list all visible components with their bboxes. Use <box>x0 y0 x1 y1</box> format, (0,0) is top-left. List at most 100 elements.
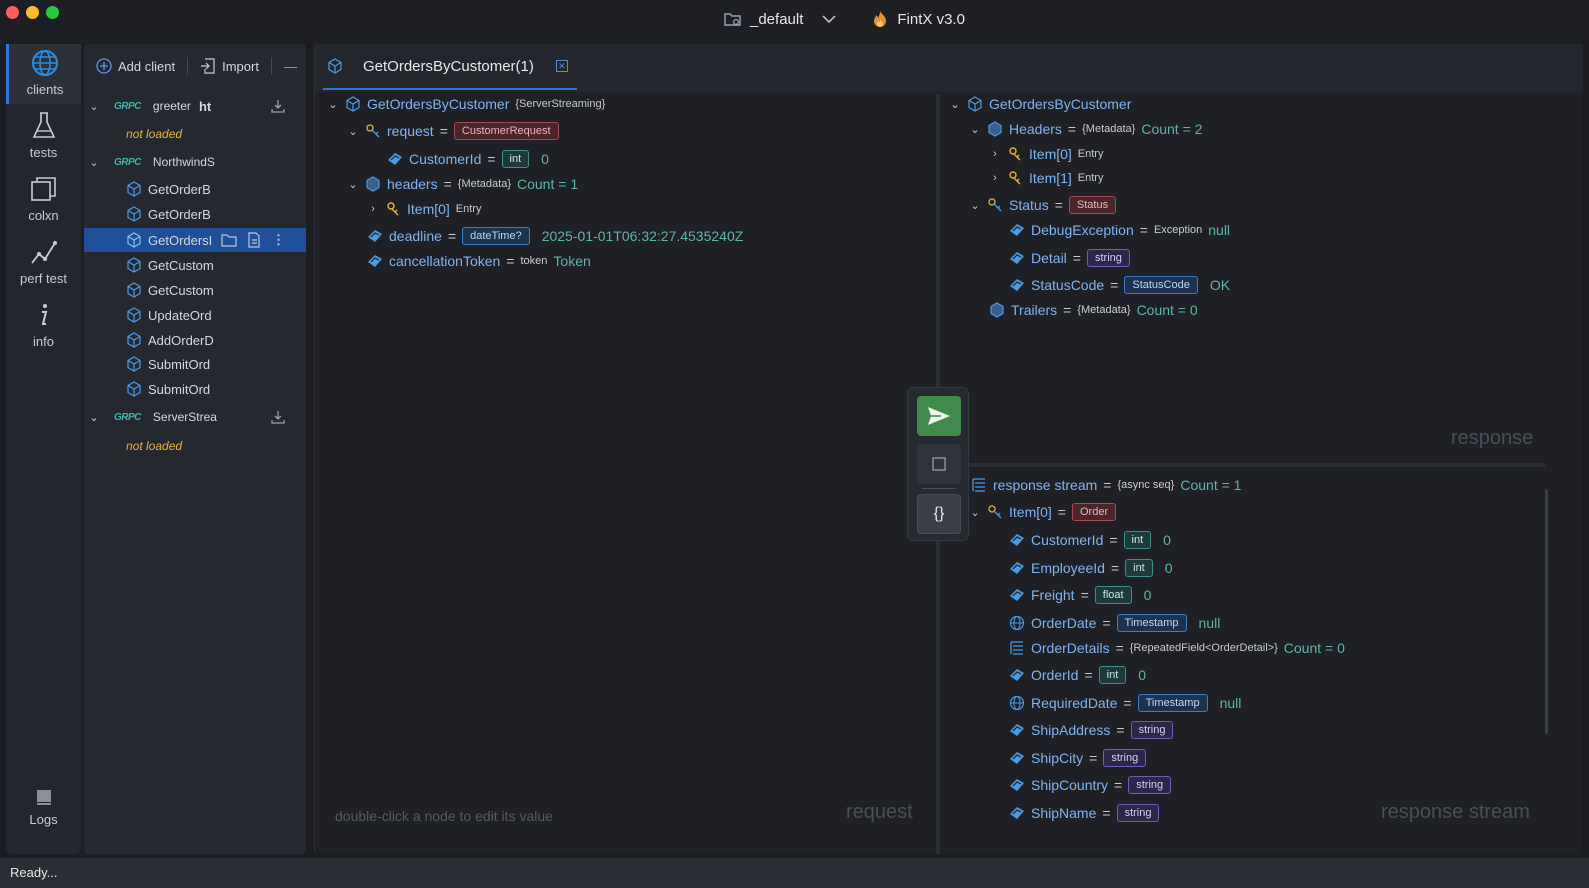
pane-splitter-horizontal[interactable] <box>965 463 1545 467</box>
equals-sign: = <box>1102 805 1111 821</box>
deadline-field[interactable]: deadline = dateTime? 2025-01-01T06:32:27… <box>367 227 743 245</box>
type-badge: int <box>1123 531 1152 549</box>
chevron-down-icon[interactable]: ⌄ <box>969 123 981 136</box>
workspace-selector[interactable]: _default FintX v3.0 <box>724 10 965 28</box>
chevron-down-icon[interactable]: ⌄ <box>347 125 359 138</box>
import-button[interactable]: Import <box>200 58 259 74</box>
tab-getordersbycustomer[interactable]: GetOrdersByCustomer(1) ✕ <box>323 44 577 90</box>
equals-sign: = <box>487 151 496 167</box>
node-value[interactable]: 2025-01-01T06:32:27.4535240Z <box>542 228 744 244</box>
download-icon[interactable] <box>270 98 286 114</box>
order-field-orderdetails[interactable]: OrderDetails = {RepeatedField<OrderDetai… <box>1009 640 1345 656</box>
order-field-shipname[interactable]: ShipName = string <box>1009 804 1160 822</box>
method-name: GetCustom <box>148 282 214 298</box>
response-header-item-0[interactable]: › Item[0] Entry <box>989 146 1103 162</box>
header-item-node[interactable]: › Item[0] Entry <box>367 201 481 217</box>
rail-item-tests[interactable]: tests <box>6 107 81 167</box>
order-field-orderid[interactable]: OrderId = int 0 <box>1009 666 1146 684</box>
chevron-down-icon[interactable]: ⌄ <box>949 98 961 111</box>
response-root-node[interactable]: ⌄ GetOrdersByCustomer <box>949 96 1131 112</box>
field-tag-icon <box>1010 752 1024 764</box>
add-client-button[interactable]: Add client <box>96 58 175 74</box>
detail-field[interactable]: Detail = string <box>1009 249 1130 267</box>
trailers-node[interactable]: Trailers = {Metadata} Count = 0 <box>989 302 1198 318</box>
client-node-greeter[interactable]: ⌄ GRPC greeter ht <box>84 94 306 118</box>
chevron-right-icon[interactable]: › <box>367 203 379 215</box>
order-field-shipaddress[interactable]: ShipAddress = string <box>1009 721 1174 739</box>
method-item[interactable]: SubmitOrd <box>84 352 306 376</box>
debug-exception-field[interactable]: DebugException = Exception null <box>1009 222 1230 238</box>
node-name: Item[0] <box>1009 504 1052 520</box>
rail-item-info[interactable]: info <box>6 296 81 356</box>
request-root-node[interactable]: ⌄ GetOrdersByCustomer {ServerStreaming} <box>327 96 605 112</box>
node-type: token <box>520 255 548 267</box>
client-node-northwind[interactable]: ⌄ GRPC NorthwindS <box>84 150 306 174</box>
field-tag-icon <box>368 255 382 267</box>
minimize-window-button[interactable] <box>26 6 39 19</box>
response-stream-node[interactable]: response stream = {async seq} Count = 1 <box>971 477 1241 493</box>
order-field-employeeid[interactable]: EmployeeId = int 0 <box>1009 559 1173 577</box>
request-message-node[interactable]: ⌄ request = CustomerRequest <box>347 122 559 140</box>
rail-item-logs[interactable]: Logs <box>6 782 81 842</box>
download-icon[interactable] <box>270 409 286 425</box>
order-field-requireddate[interactable]: RequiredDate = Timestamp null <box>1009 694 1241 712</box>
node-type: {async seq} <box>1117 479 1175 491</box>
title-bar: _default FintX v3.0 <box>0 0 1589 42</box>
globe-icon <box>1009 695 1025 711</box>
chevron-down-icon[interactable]: ⌄ <box>327 98 339 111</box>
rail-item-colxn[interactable]: colxn <box>6 170 81 230</box>
order-field-orderdate[interactable]: OrderDate = Timestamp null <box>1009 614 1220 632</box>
client-node-serverstreaming[interactable]: ⌄ GRPC ServerStrea <box>84 405 306 429</box>
chevron-right-icon[interactable]: › <box>989 148 1001 160</box>
method-item[interactable]: GetOrderB <box>84 202 306 226</box>
order-field-freight[interactable]: Freight = float 0 <box>1009 586 1151 604</box>
more-options-icon[interactable]: ⋮ <box>272 232 285 248</box>
node-count: Count = 1 <box>517 176 579 192</box>
node-count: Count = 1 <box>1180 477 1242 493</box>
method-item[interactable]: GetCustom <box>84 278 306 302</box>
chevron-down-icon[interactable]: ⌄ <box>969 506 981 519</box>
response-headers-node[interactable]: ⌄ Headers = {Metadata} Count = 2 <box>969 121 1202 137</box>
order-field-shipcountry[interactable]: ShipCountry = string <box>1009 776 1172 794</box>
method-item[interactable]: GetOrderB <box>84 177 306 201</box>
collapse-button[interactable]: — <box>284 59 297 74</box>
send-button[interactable] <box>917 396 961 436</box>
stop-button[interactable] <box>917 444 961 484</box>
rail-item-perf-test[interactable]: perf test <box>6 233 81 293</box>
method-item[interactable]: SubmitOrd <box>84 377 306 401</box>
folder-icon[interactable] <box>221 233 237 247</box>
client-name: ServerStrea <box>152 410 217 424</box>
customer-id-field[interactable]: CustomerId = int 0 <box>387 150 549 168</box>
cancellation-token-field[interactable]: cancellationToken = token Token <box>367 253 591 269</box>
document-icon[interactable] <box>246 232 262 248</box>
status-node[interactable]: ⌄ Status = Status <box>969 196 1117 214</box>
stream-item-0-node[interactable]: ⌄ Item[0] = Order <box>969 503 1117 521</box>
method-item[interactable]: GetCustom <box>84 253 306 277</box>
chevron-down-icon[interactable]: ⌄ <box>88 156 100 169</box>
chevron-down-icon[interactable]: ⌄ <box>347 178 359 191</box>
node-value[interactable]: 0 <box>541 151 549 167</box>
close-tab-icon[interactable]: ✕ <box>555 60 568 72</box>
chevron-down-icon[interactable]: ⌄ <box>88 100 100 113</box>
json-view-button[interactable]: {} <box>917 494 961 534</box>
node-name: Freight <box>1031 587 1075 603</box>
headers-node[interactable]: ⌄ headers = {Metadata} Count = 1 <box>347 176 578 192</box>
maximize-window-button[interactable] <box>46 6 59 19</box>
chevron-down-icon[interactable]: ⌄ <box>88 411 100 424</box>
response-header-item-1[interactable]: › Item[1] Entry <box>989 170 1103 186</box>
chevron-down-icon[interactable]: ⌄ <box>969 199 981 212</box>
node-name: Item[0] <box>1029 146 1072 162</box>
method-item-selected[interactable]: GetOrdersI ⋮ <box>84 228 306 252</box>
order-field-shipcity[interactable]: ShipCity = string <box>1009 749 1147 767</box>
rail-item-clients[interactable]: clients <box>6 44 81 104</box>
close-window-button[interactable] <box>6 6 19 19</box>
node-type: {RepeatedField<OrderDetail>} <box>1129 642 1278 654</box>
status-code-field[interactable]: StatusCode = StatusCode OK <box>1009 276 1230 294</box>
chevron-down-icon[interactable] <box>821 14 837 24</box>
method-item[interactable]: UpdateOrd <box>84 303 306 327</box>
equals-sign: = <box>439 123 448 139</box>
order-field-customerid[interactable]: CustomerId = int 0 <box>1009 531 1171 549</box>
chevron-right-icon[interactable]: › <box>989 172 1001 184</box>
response-stream-scrollbar[interactable] <box>1545 489 1548 734</box>
method-item[interactable]: AddOrderD <box>84 328 306 352</box>
